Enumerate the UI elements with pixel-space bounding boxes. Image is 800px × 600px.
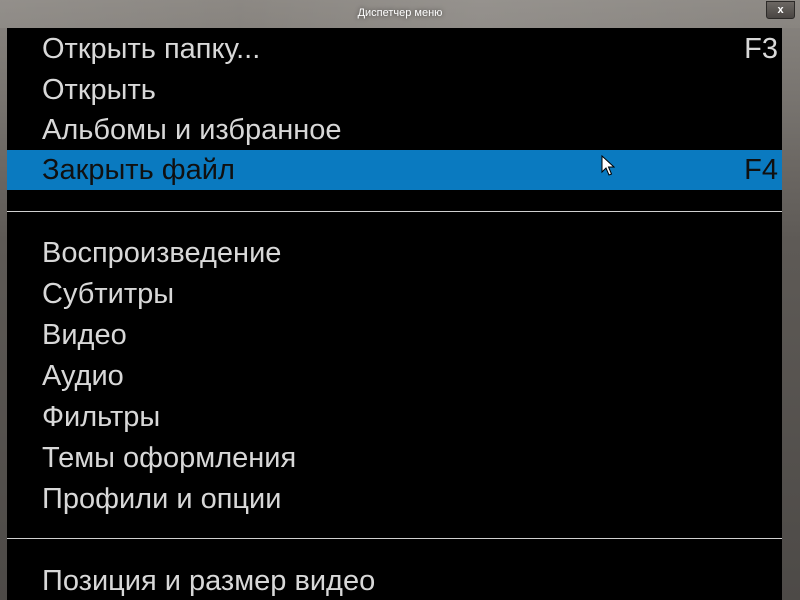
window-title: Диспетчер меню	[357, 7, 443, 19]
menu-item-themes[interactable]: Темы оформления	[7, 438, 782, 478]
menu-item-video[interactable]: Видео	[7, 315, 782, 355]
menu-item-label: Аудио	[42, 360, 124, 392]
menu-item-subtitles[interactable]: Субтитры	[7, 274, 782, 314]
menu-item-audio[interactable]: Аудио	[7, 356, 782, 396]
menu-manager-window: Диспетчер меню x Открыть папку... F3 Отк…	[0, 0, 800, 600]
scrollbar[interactable]	[782, 28, 800, 600]
close-icon: x	[777, 4, 784, 16]
menu-item-shortcut: F3	[744, 33, 778, 65]
menu-list: Открыть папку... F3 Открыть Альбомы и из…	[7, 28, 782, 600]
menu-item-label: Профили и опции	[42, 483, 282, 515]
menu-item-open[interactable]: Открыть	[7, 70, 782, 110]
menu-item-label: Видео	[42, 319, 127, 351]
menu-item-label: Субтитры	[42, 278, 175, 310]
menu-item-open-folder[interactable]: Открыть папку... F3	[7, 29, 782, 69]
menu-item-label: Темы оформления	[42, 442, 297, 474]
menu-item-label: Позиция и размер видео	[42, 565, 376, 597]
menu-item-albums-favorites[interactable]: Альбомы и избранное	[7, 110, 782, 150]
menu-item-profiles-options[interactable]: Профили и опции	[7, 479, 782, 519]
menu-separator	[7, 538, 782, 539]
mouse-pointer-icon	[601, 155, 615, 176]
menu-item-label: Открыть	[42, 74, 156, 106]
menu-item-label: Воспроизведение	[42, 237, 282, 269]
menu-item-filters[interactable]: Фильтры	[7, 397, 782, 437]
menu-item-label: Фильтры	[42, 401, 161, 433]
title-bar[interactable]: Диспетчер меню x	[0, 0, 800, 28]
menu-item-playback[interactable]: Воспроизведение	[7, 233, 782, 273]
menu-item-label: Открыть папку...	[42, 33, 261, 65]
menu-item-label: Закрыть файл	[42, 154, 235, 186]
menu-separator	[7, 211, 782, 212]
close-button[interactable]: x	[766, 1, 795, 19]
menu-item-label: Альбомы и избранное	[42, 114, 342, 146]
menu-item-video-position-size[interactable]: Позиция и размер видео	[7, 561, 782, 600]
menu-item-close-file[interactable]: Закрыть файл F4	[7, 150, 782, 190]
menu-item-shortcut: F4	[744, 154, 778, 186]
